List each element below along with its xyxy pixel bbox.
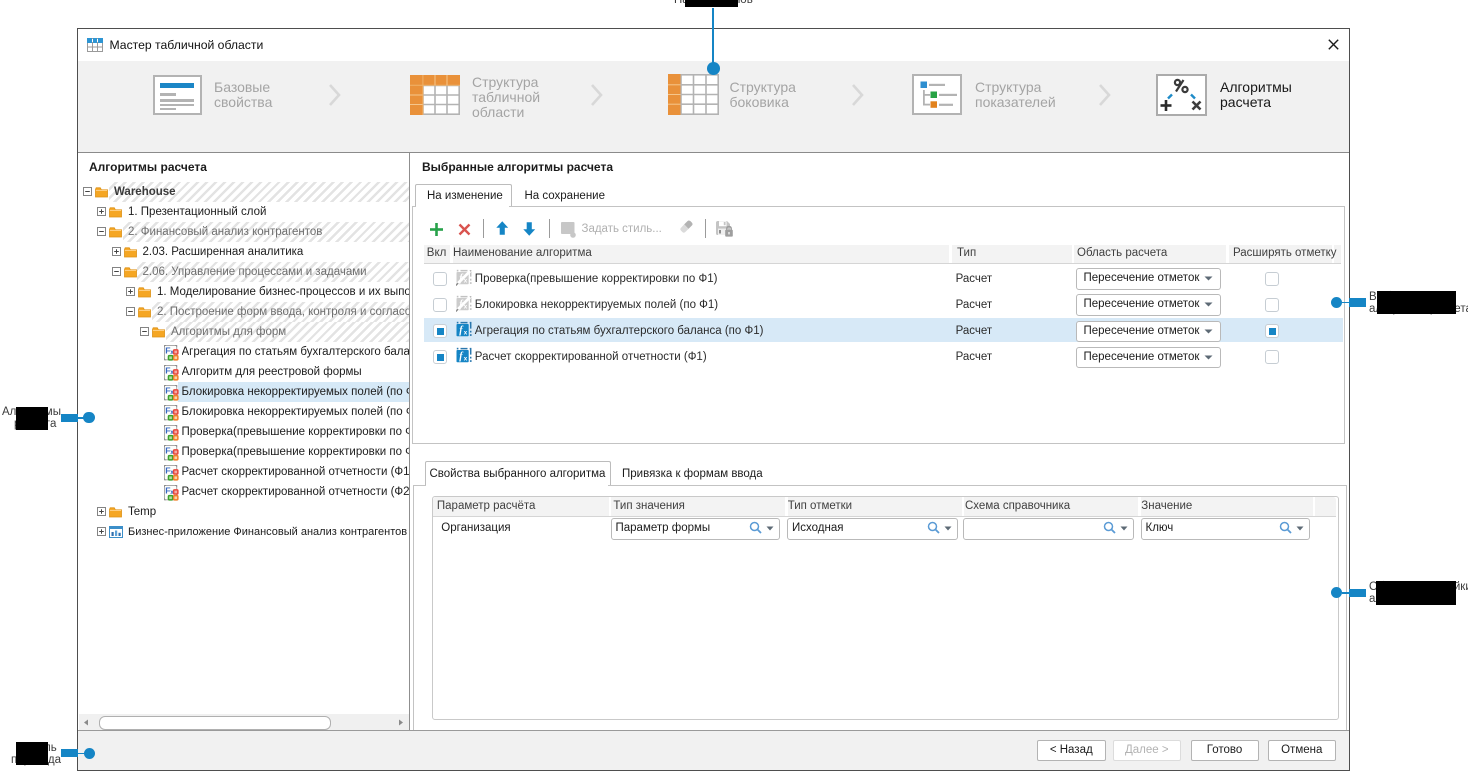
svg-text:x: x — [464, 356, 468, 363]
svg-text:x: x — [464, 330, 468, 337]
